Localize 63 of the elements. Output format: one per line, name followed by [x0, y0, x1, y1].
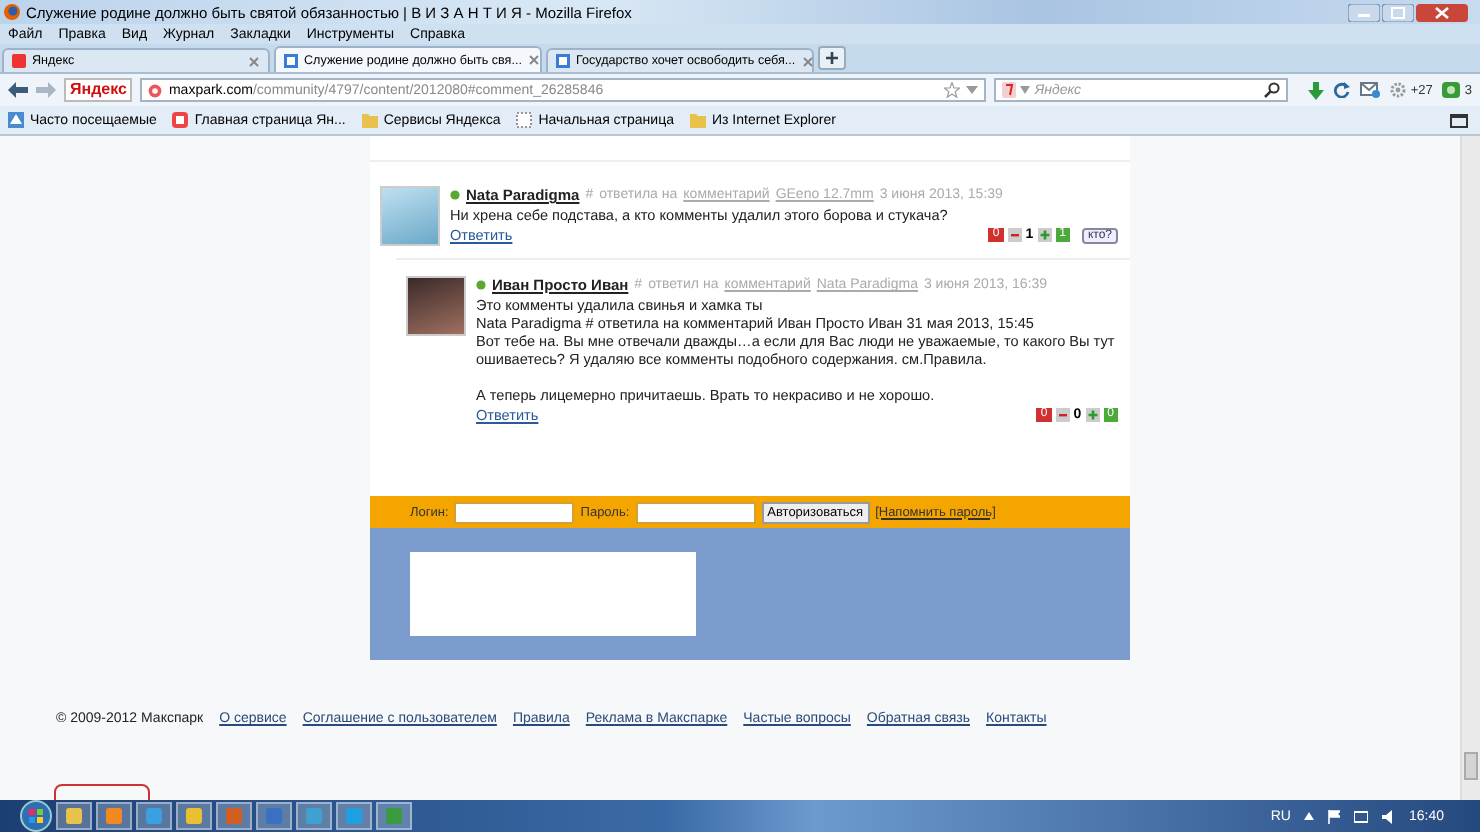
start-button-icon[interactable]: [20, 800, 52, 832]
taskbar-button[interactable]: [376, 802, 412, 830]
close-icon[interactable]: [248, 55, 260, 67]
caret-icon[interactable]: [1020, 86, 1031, 94]
app-icon: [266, 808, 282, 824]
page-icon: [12, 54, 26, 68]
plus-button-icon[interactable]: [1037, 228, 1052, 242]
minimize-icon[interactable]: [1348, 3, 1380, 21]
speaker-icon[interactable]: [1382, 809, 1395, 823]
download-icon[interactable]: [1308, 81, 1325, 99]
bookmark-icon: [8, 112, 24, 128]
avatar-photo: [406, 276, 466, 336]
reload-icon[interactable]: [1334, 82, 1351, 98]
gear-icon[interactable]: [1390, 82, 1407, 98]
yandex-logo[interactable]: Яндекс: [64, 78, 133, 102]
search-icon[interactable]: [1264, 82, 1281, 98]
taskbar-button[interactable]: [296, 802, 332, 830]
plus-button-icon[interactable]: [1085, 408, 1100, 422]
caret-icon[interactable]: [966, 86, 979, 94]
page-icon: [516, 112, 533, 128]
window-icon[interactable]: [1450, 113, 1468, 127]
scrollbar-thumb[interactable]: [1464, 752, 1478, 780]
close-icon[interactable]: [527, 54, 540, 66]
scrollbar[interactable]: [1460, 136, 1480, 800]
flag-icon[interactable]: [1328, 809, 1341, 823]
star-icon[interactable]: [944, 82, 961, 98]
login-field[interactable]: [454, 501, 575, 523]
app-icon: [106, 808, 122, 824]
network-icon[interactable]: [1354, 809, 1369, 823]
app-icon: [186, 808, 202, 824]
taskbar-button[interactable]: [176, 802, 212, 830]
taskbar-button[interactable]: [96, 802, 132, 830]
taskbar-button[interactable]: [56, 802, 92, 830]
taskbar-button[interactable]: [136, 802, 172, 830]
minus-button-icon[interactable]: [1007, 228, 1022, 242]
taskbar-button[interactable]: [256, 802, 292, 830]
taskbar-button[interactable]: [216, 802, 252, 830]
new-tab-icon[interactable]: [818, 46, 846, 70]
app-icon: [226, 808, 242, 824]
status-dot-icon: [450, 190, 460, 200]
avatar-photo: [380, 186, 440, 246]
taskbar-button[interactable]: [336, 802, 372, 830]
status-dot-icon: [476, 280, 486, 290]
app-icon: [306, 808, 322, 824]
app-icon: [146, 808, 162, 824]
mail-icon[interactable]: [1360, 82, 1381, 98]
caret-up-icon[interactable]: [1304, 812, 1315, 820]
forward-arrow-icon[interactable]: [36, 82, 56, 98]
minus-button-icon[interactable]: [1055, 408, 1070, 422]
app-icon: [66, 808, 82, 824]
page-icon: [284, 53, 298, 67]
page-icon: [556, 54, 570, 68]
app-icon[interactable]: [1442, 82, 1461, 98]
firefox-icon: [4, 4, 20, 20]
folder-icon: [361, 112, 378, 128]
back-arrow-icon[interactable]: [8, 82, 28, 98]
folder-icon: [689, 112, 706, 128]
password-field[interactable]: [635, 501, 756, 523]
close-icon[interactable]: [1416, 3, 1468, 21]
app-icon: [386, 808, 402, 824]
maximize-icon[interactable]: [1382, 3, 1414, 21]
app-icon: [346, 808, 362, 824]
close-icon[interactable]: [801, 55, 814, 67]
